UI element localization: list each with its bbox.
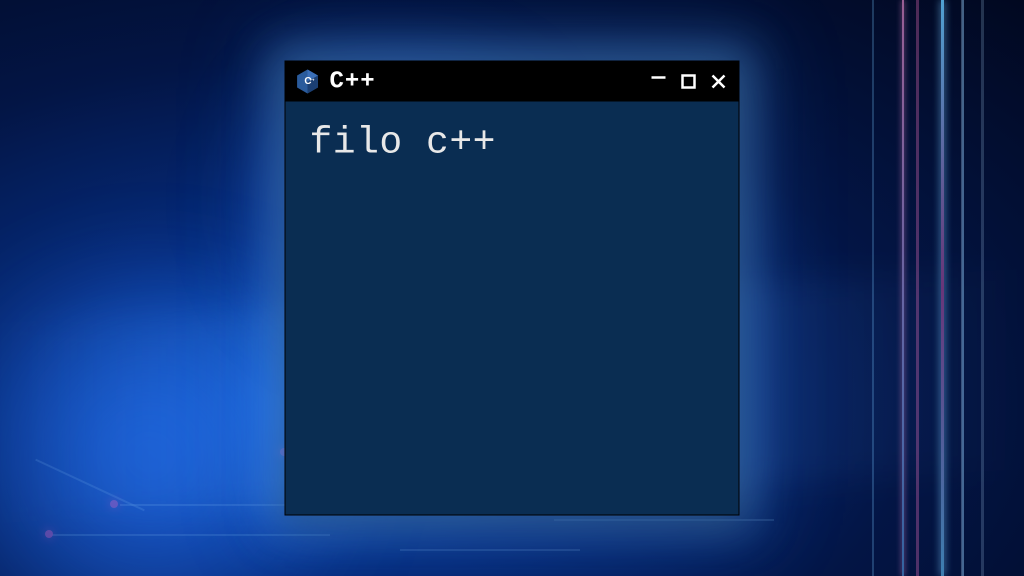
- close-button[interactable]: [709, 72, 729, 92]
- minimize-button[interactable]: [649, 68, 669, 88]
- window-content-area: filo c++: [286, 102, 739, 185]
- window-controls: [649, 72, 729, 92]
- app-window: C ++ C++ filo c++: [285, 61, 740, 516]
- window-title: C++: [330, 68, 641, 95]
- svg-text:++: ++: [310, 78, 315, 83]
- maximize-button[interactable]: [679, 72, 699, 92]
- cpp-hexagon-icon: C ++: [294, 68, 322, 96]
- content-text: filo c++: [310, 122, 715, 165]
- titlebar[interactable]: C ++ C++: [286, 62, 739, 102]
